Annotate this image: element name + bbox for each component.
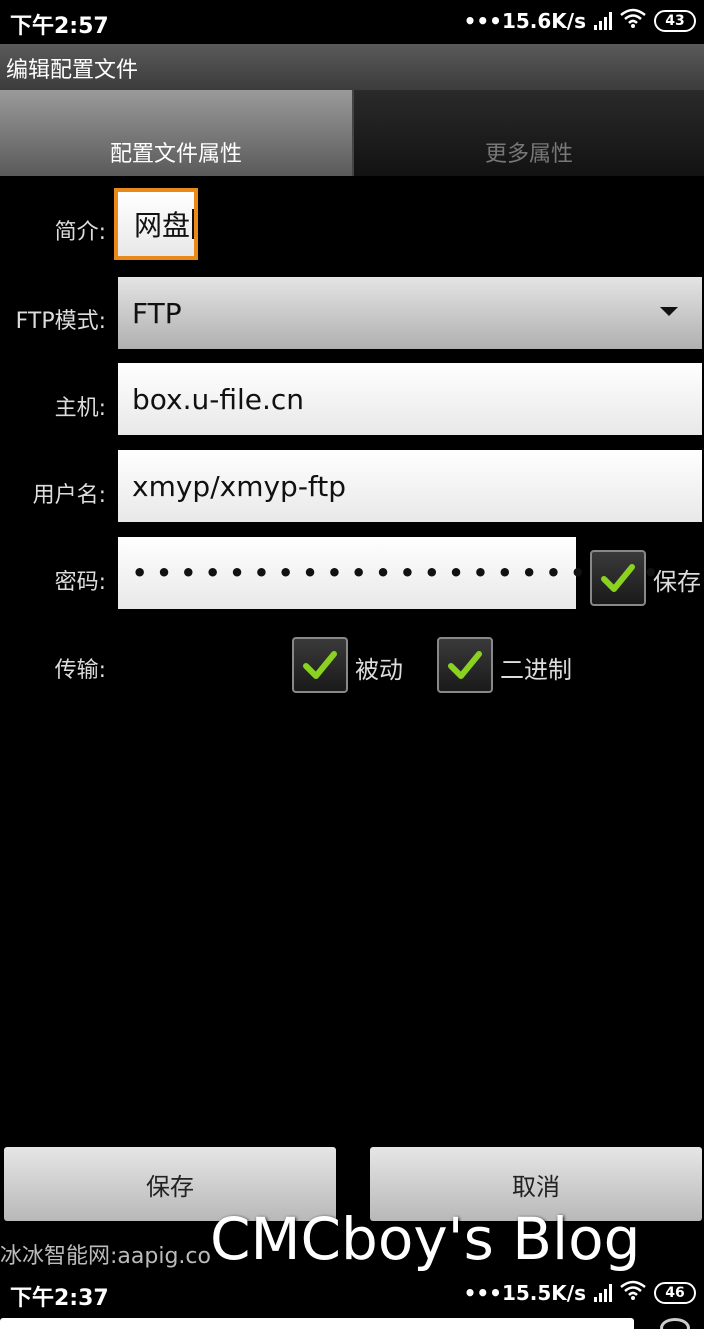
ftp-mode-label: FTP模式: bbox=[15, 309, 106, 334]
description-input[interactable]: 网盘 bbox=[114, 188, 199, 260]
status-bar: 下午2:57 •••15.6K/s 43 bbox=[0, 0, 704, 44]
status-indicators-2: •••15.5K/s 46 bbox=[464, 1280, 696, 1305]
checkmark-icon bbox=[303, 651, 337, 679]
passive-label: 被动 bbox=[355, 656, 403, 684]
title-bar: 编辑配置文件 bbox=[0, 44, 704, 90]
partial-search-field[interactable] bbox=[0, 1318, 634, 1329]
search-icon[interactable] bbox=[660, 1318, 690, 1329]
binary-checkbox[interactable] bbox=[437, 637, 493, 693]
wifi-icon bbox=[620, 1280, 646, 1305]
tab-more-properties[interactable]: 更多属性 bbox=[352, 90, 704, 176]
checkmark-icon bbox=[601, 564, 635, 592]
tab-profile-properties[interactable]: 配置文件属性 bbox=[0, 90, 352, 176]
description-label: 简介: bbox=[54, 220, 106, 245]
signal-icon bbox=[594, 11, 612, 30]
status-bar-2: 下午2:37 •••15.5K/s 46 bbox=[0, 1272, 704, 1316]
watermark-text: CMCboy's Blog bbox=[210, 1205, 641, 1273]
passive-checkbox[interactable] bbox=[292, 637, 348, 693]
tab-bar: 配置文件属性 更多属性 bbox=[0, 90, 704, 176]
checkmark-icon bbox=[448, 651, 482, 679]
signal-icon bbox=[594, 1283, 612, 1302]
wifi-icon bbox=[620, 8, 646, 33]
host-input[interactable]: box.u-file.cn bbox=[118, 363, 702, 435]
dropdown-arrow-icon bbox=[660, 307, 678, 316]
save-password-label: 保存 bbox=[653, 568, 701, 596]
save-password-checkbox[interactable] bbox=[590, 550, 646, 606]
battery-icon: 43 bbox=[654, 9, 696, 32]
status-time: 下午2:57 bbox=[10, 14, 109, 39]
status-time-2: 下午2:37 bbox=[10, 1286, 109, 1311]
binary-label: 二进制 bbox=[500, 656, 572, 684]
ftp-mode-select[interactable]: FTP bbox=[118, 277, 702, 349]
transfer-label: 传输: bbox=[54, 658, 106, 683]
username-label: 用户名: bbox=[32, 483, 106, 508]
site-caption: 冰冰智能网:aapig.co bbox=[0, 1244, 211, 1269]
network-speed: •••15.6K/s bbox=[463, 8, 586, 33]
status-indicators: •••15.6K/s 43 bbox=[464, 8, 696, 33]
text-cursor bbox=[192, 209, 195, 239]
page-title: 编辑配置文件 bbox=[6, 58, 139, 83]
battery-icon: 46 bbox=[654, 1281, 696, 1304]
network-speed-2: •••15.5K/s bbox=[463, 1280, 586, 1305]
host-label: 主机: bbox=[54, 396, 106, 421]
username-input[interactable]: xmyp/xmyp-ftp bbox=[118, 450, 702, 522]
password-label: 密码: bbox=[54, 570, 106, 595]
password-input[interactable]: •••••••••••••••••••••• bbox=[118, 537, 658, 609]
